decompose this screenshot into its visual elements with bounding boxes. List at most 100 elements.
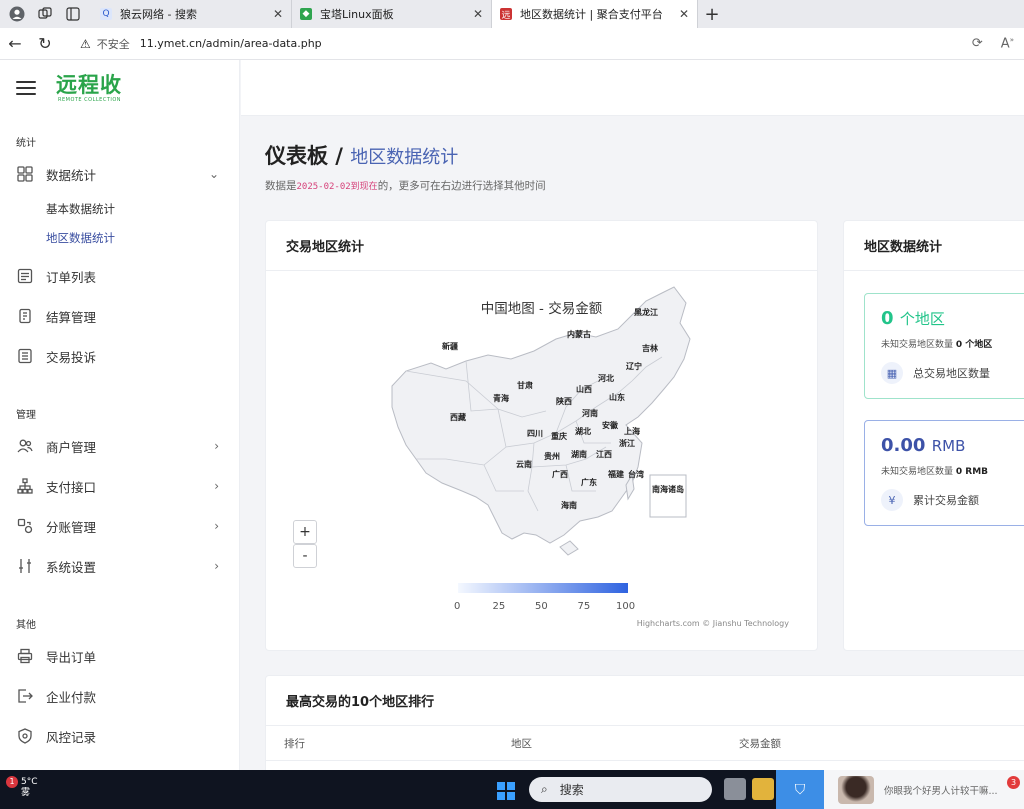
column-header-amount[interactable]: 交易金额 xyxy=(739,736,781,751)
top10-card: 最高交易的10个地区排行 排行 地区 交易金额 xyxy=(265,675,1024,775)
sidebar-item-export[interactable]: 导出订单 xyxy=(0,636,239,676)
reload-button[interactable]: ↻ xyxy=(30,34,60,53)
profile-icon[interactable] xyxy=(6,3,28,25)
region-label[interactable]: 内蒙古 xyxy=(567,329,591,339)
folder-icon[interactable] xyxy=(752,778,774,800)
tab-actions-icon[interactable] xyxy=(62,3,84,25)
security-label[interactable]: 不安全 xyxy=(97,36,130,52)
region-label[interactable]: 黑龙江 xyxy=(634,307,658,317)
color-axis-bar xyxy=(458,583,628,593)
region-label[interactable]: 福建 xyxy=(607,469,625,479)
section-other: 其他 xyxy=(16,620,36,631)
sidebar-item-label: 风控记录 xyxy=(46,729,97,745)
tab-bt-panel[interactable]: ◆ 宝塔Linux面板 ✕ xyxy=(292,0,492,28)
refresh-page-icon[interactable]: ⟳ xyxy=(972,36,983,51)
region-label[interactable]: 云南 xyxy=(516,459,532,469)
zoom-out-button[interactable]: - xyxy=(293,544,317,568)
region-label[interactable]: 海南 xyxy=(561,500,577,510)
region-label[interactable]: 广西 xyxy=(552,469,568,479)
region-label[interactable]: 河北 xyxy=(598,373,614,383)
region-label[interactable]: 浙江 xyxy=(619,438,635,448)
region-label[interactable]: 江西 xyxy=(596,449,612,459)
url-text[interactable]: 11.ymet.cn/admin/area-data.php xyxy=(140,37,322,50)
sidebar-item-enterprise-pay[interactable]: 企业付款 xyxy=(0,676,239,716)
region-label[interactable]: 贵州 xyxy=(544,451,560,461)
logo-text: 远程收 xyxy=(56,73,122,97)
breadcrumb-separator: / xyxy=(328,144,351,168)
south-sea-inset xyxy=(649,474,687,518)
region-label[interactable]: 新疆 xyxy=(442,341,458,351)
windows-start-icon[interactable] xyxy=(497,782,515,800)
region-label[interactable]: 西藏 xyxy=(450,412,466,422)
sidebar-item-label: 订单列表 xyxy=(46,269,97,285)
region-label[interactable]: 山东 xyxy=(609,392,625,402)
subtitle-suffix: 的，更多可在右边进行选择其他时间 xyxy=(377,180,546,192)
sidebar-subitem-basic-stats[interactable]: 基本数据统计 xyxy=(0,194,239,223)
sliders-icon xyxy=(16,557,34,575)
sidebar-item-label: 商户管理 xyxy=(46,439,97,455)
sidebar-item-payment[interactable]: 支付接口 › xyxy=(0,466,239,506)
chart-credits[interactable]: Highcharts.com © Jianshu Technology xyxy=(637,619,789,628)
taskbar-search[interactable]: ⌕ 搜索 xyxy=(529,777,712,802)
region-label[interactable]: 陕西 xyxy=(556,396,572,406)
sidebar-item-system[interactable]: 系统设置 › xyxy=(0,546,239,586)
sidebar-item-settlement[interactable]: 结算管理 xyxy=(0,296,239,336)
region-label[interactable]: 河南 xyxy=(582,408,598,418)
warning-icon[interactable]: ⚠ xyxy=(80,37,91,51)
avatar xyxy=(838,775,874,804)
close-tab-icon[interactable]: ✕ xyxy=(473,7,483,21)
yen-icon: ¥ xyxy=(881,489,903,511)
read-aloud-icon[interactable]: A» xyxy=(1001,36,1014,51)
chat-notification[interactable]: 你眼我个好男人计较干嘛... 3 xyxy=(824,770,1024,809)
sidebar-item-complaints[interactable]: 交易投诉 xyxy=(0,336,239,376)
region-label[interactable]: 广东 xyxy=(581,477,597,487)
column-header-region[interactable]: 地区 xyxy=(511,736,532,751)
sidebar-item-data-stats[interactable]: 数据统计 ⌄ xyxy=(0,154,239,194)
region-label[interactable]: 青海 xyxy=(493,393,509,403)
sidebar-item-label: 系统设置 xyxy=(46,559,97,575)
close-tab-icon[interactable]: ✕ xyxy=(273,7,283,21)
region-label[interactable]: 湖北 xyxy=(575,426,591,436)
amount-note: 未知交易地区数量 0 RMB xyxy=(881,464,1017,477)
back-button[interactable]: ← xyxy=(0,34,30,53)
legend-tick-label: 75 xyxy=(577,601,591,612)
sidebar-item-merchants[interactable]: 商户管理 › xyxy=(0,426,239,466)
region-label[interactable]: 上海 xyxy=(624,426,640,436)
region-label[interactable]: 湖南 xyxy=(571,449,587,459)
region-label[interactable]: 山西 xyxy=(576,384,592,394)
app-icon[interactable] xyxy=(724,778,746,800)
sidebar-item-label: 交易投诉 xyxy=(46,349,97,365)
region-label[interactable]: 安徽 xyxy=(602,420,619,430)
workspaces-icon[interactable] xyxy=(34,3,56,25)
region-label[interactable]: 南海诸岛 xyxy=(652,484,684,494)
region-label[interactable]: 辽宁 xyxy=(626,361,642,371)
amount-label: 累计交易金额 xyxy=(913,494,979,507)
weather-widget[interactable]: 1 5°C 雾 xyxy=(6,776,38,799)
close-tab-icon[interactable]: ✕ xyxy=(679,7,689,21)
amount-footer: ¥ 累计交易金额 xyxy=(881,489,1017,511)
tab-search[interactable]: Q 狼云网络 - 搜索 ✕ xyxy=(92,0,292,28)
sidebar-item-split[interactable]: 分账管理 › xyxy=(0,506,239,546)
legend-tick-label: 100 xyxy=(616,601,636,612)
region-label[interactable]: 重庆 xyxy=(551,431,567,441)
tab-area-data[interactable]: 远 地区数据统计 | 聚合支付平台 ✕ xyxy=(492,0,698,28)
main-content: 仪表板 / 地区数据统计 数据是2025-02-02到现在的，更多可在右边进行选… xyxy=(241,116,1024,775)
region-label[interactable]: 吉林 xyxy=(642,343,658,353)
new-tab-button[interactable]: + xyxy=(698,4,726,25)
count-number: 0 xyxy=(881,308,894,329)
browser-tab-bar: Q 狼云网络 - 搜索 ✕ ◆ 宝塔Linux面板 ✕ 远 地区数据统计 | 聚… xyxy=(0,0,1024,28)
region-label[interactable]: 台湾 xyxy=(628,469,644,479)
region-label[interactable]: 甘肃 xyxy=(517,380,533,390)
bookmark-icon[interactable]: ⛉ xyxy=(776,770,824,809)
page-title-text: 仪表板 xyxy=(265,144,328,168)
url-field[interactable]: ⚠ 不安全 11.ymet.cn/admin/area-data.php xyxy=(80,32,984,56)
region-label[interactable]: 四川 xyxy=(527,429,543,438)
zoom-in-button[interactable]: + xyxy=(293,520,317,544)
menu-toggle-icon[interactable] xyxy=(16,81,36,95)
sidebar-item-risk[interactable]: 风控记录 xyxy=(0,716,239,756)
sidebar-subitem-area-stats[interactable]: 地区数据统计 xyxy=(0,223,239,252)
logo[interactable]: 远程收 REMOTE COLLECTION xyxy=(56,73,122,103)
column-header-rank[interactable]: 排行 xyxy=(284,736,305,751)
tab-label: 宝塔Linux面板 xyxy=(320,8,394,21)
sidebar-item-orders[interactable]: 订单列表 xyxy=(0,256,239,296)
